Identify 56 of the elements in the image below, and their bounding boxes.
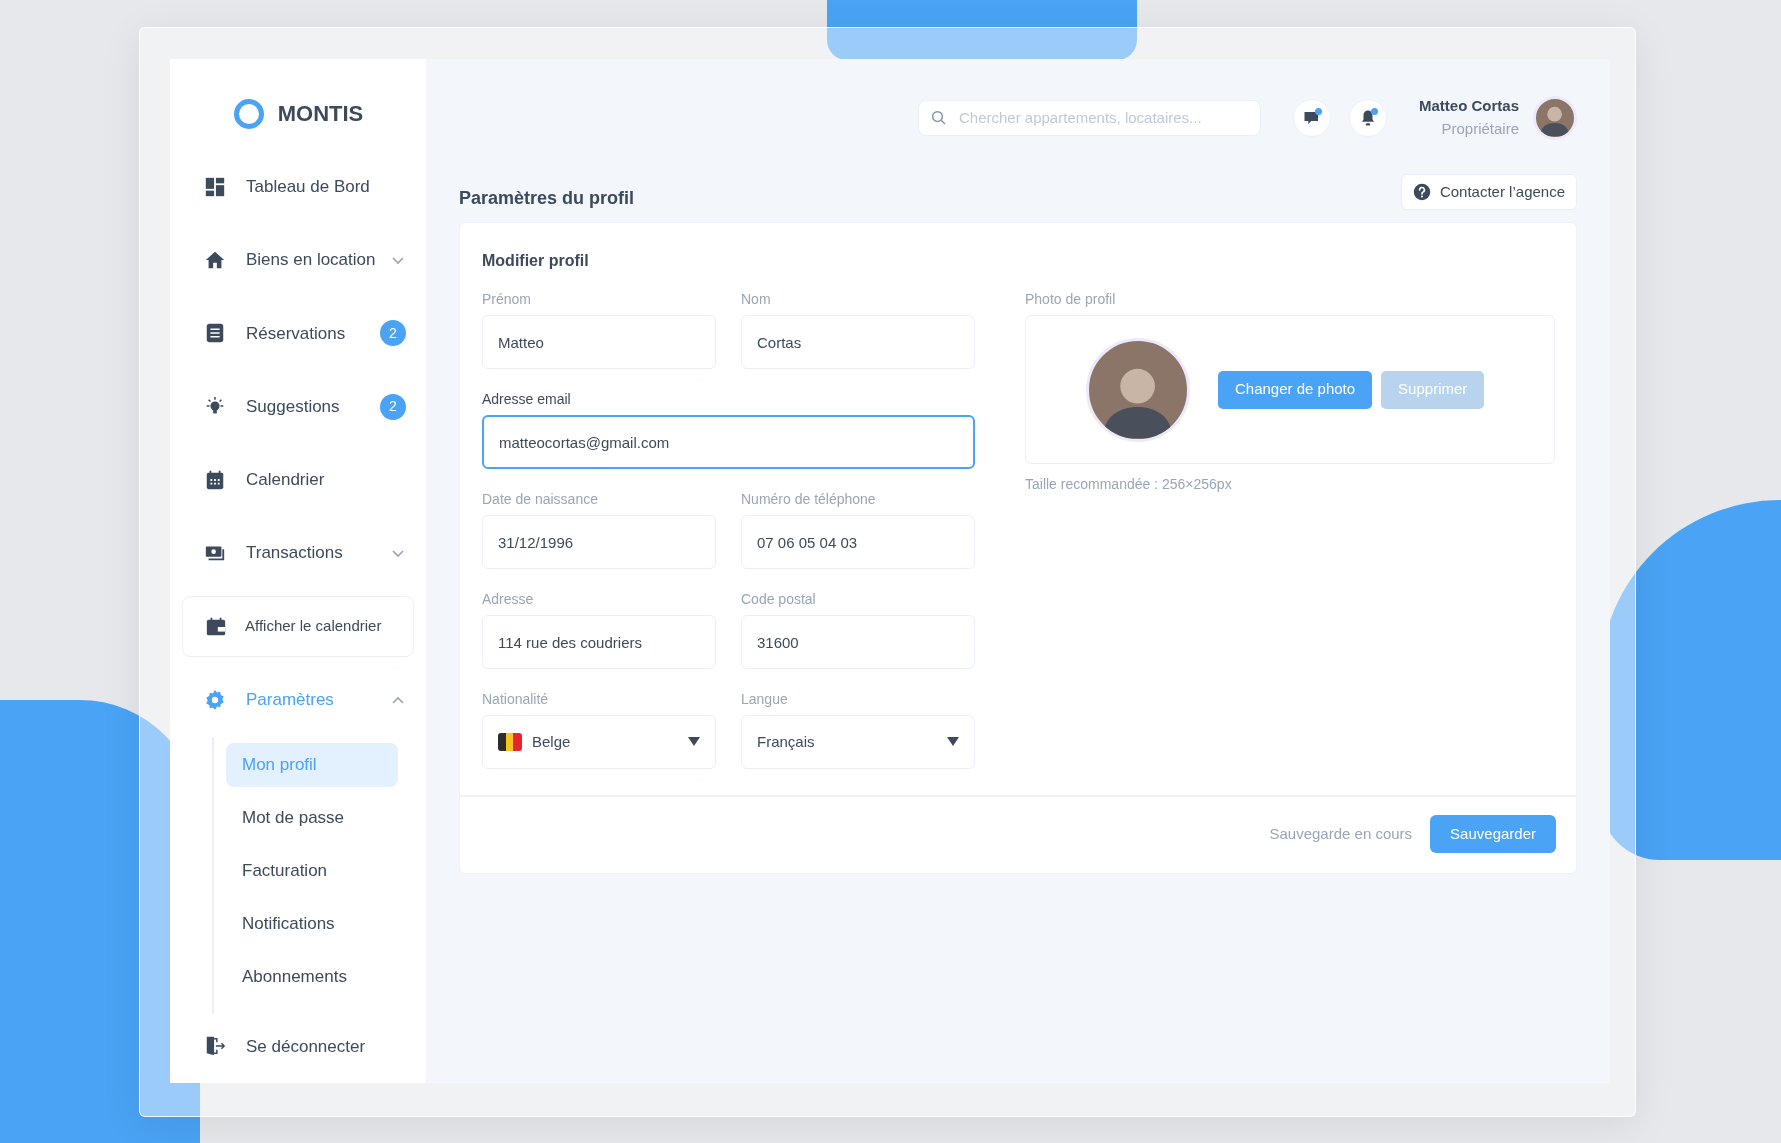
count-badge: 2 (380, 320, 406, 347)
field-label: Code postal (741, 591, 817, 607)
help-circle-icon (1412, 183, 1431, 201)
field-label: Numéro de téléphone (741, 491, 877, 507)
field-label: Adresse email (482, 391, 572, 407)
count-badge: 2 (380, 393, 406, 420)
ring-logo-icon (232, 97, 265, 130)
contact-agency-button[interactable]: Contacter l’agence (1400, 174, 1577, 210)
input-field[interactable]: 114 rue des coudriers (482, 615, 716, 669)
sidebar-item[interactable]: Tableau de Bord (182, 150, 414, 224)
submenu-item[interactable]: Notifications (226, 901, 398, 946)
field-label: Adresse (482, 591, 535, 607)
sidebar-item[interactable]: Calendrier (182, 443, 414, 517)
input-field[interactable]: 31/12/1996 (482, 515, 716, 569)
logo-text: MONTIS (277, 100, 364, 128)
sidebar-item[interactable]: Biens en location (182, 223, 414, 297)
input-field[interactable]: matteocortas@gmail.com (482, 415, 975, 469)
door-exit-icon (204, 1035, 226, 1058)
input-field[interactable]: 07 06 05 04 03 (741, 515, 975, 569)
field-label: Nom (741, 291, 772, 307)
sidebar-item[interactable]: Suggestions 2 (182, 369, 414, 444)
save-status: Sauvegarde en cours (1269, 823, 1413, 844)
notifications-button[interactable] (1349, 98, 1387, 137)
bell-icon (1359, 108, 1377, 127)
list-icon (204, 322, 226, 345)
page-title: Paramètres du profil (459, 188, 635, 210)
logout-link[interactable]: Se déconnecter (182, 1009, 414, 1083)
size-hint: Taille recommandée : 256×256px (1025, 476, 1233, 492)
submenu-item[interactable]: Facturation (226, 848, 398, 893)
gear-icon (204, 689, 226, 711)
input-field[interactable]: 31600 (741, 615, 975, 669)
sidebar-item[interactable]: Transactions (182, 516, 414, 590)
submenu-item[interactable]: Abonnements (226, 954, 398, 999)
dropdown-caret-icon (947, 737, 959, 747)
select-field[interactable]: Belge (482, 715, 716, 769)
messages-button[interactable] (1293, 98, 1331, 137)
calendar-icon (205, 615, 227, 638)
select-field[interactable]: Français (741, 715, 975, 769)
sidebar-item[interactable]: Réservations 2 (182, 296, 414, 370)
field-label: Date de naissance (482, 491, 599, 507)
input-field[interactable]: Cortas (741, 315, 975, 369)
user-role: Propriétaire (1440, 118, 1519, 139)
search-field[interactable]: Chercher appartements, locataires... (918, 99, 1261, 136)
user-name: Matteo Cortas (1419, 96, 1519, 116)
field-label: Photo de profil (1025, 291, 1117, 307)
show-calendar-button[interactable]: Afficher le calendrier (182, 595, 414, 658)
dropdown-caret-icon (688, 737, 700, 747)
input-field[interactable]: Matteo (482, 315, 716, 369)
field-label: Prénom (482, 291, 533, 307)
field-label: Langue (741, 691, 789, 707)
form-title: Modifier profil (482, 251, 590, 271)
calendar-icon (204, 468, 226, 491)
submenu-item[interactable]: Mot de passe (226, 795, 398, 840)
field-label: Nationalité (482, 691, 550, 707)
dashboard-icon (204, 175, 226, 198)
search-icon (930, 108, 948, 127)
